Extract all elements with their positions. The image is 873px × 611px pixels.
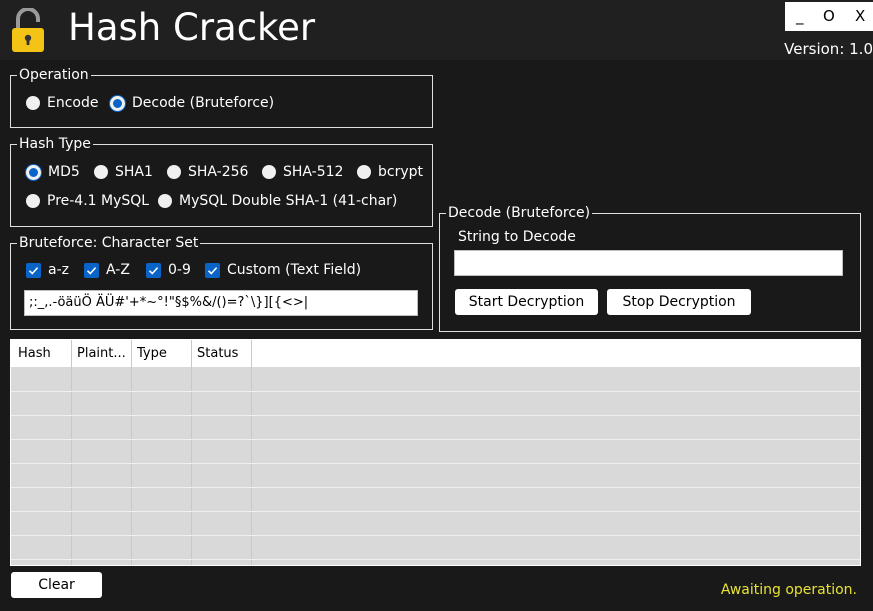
radio-encode-label: Encode — [47, 95, 99, 111]
radio-indicator — [26, 164, 41, 180]
version-label: Version: 1.0 — [784, 40, 873, 58]
radio-indicator — [26, 194, 40, 208]
row-divider — [11, 391, 860, 392]
radio-bcrypt-label: bcrypt — [378, 164, 424, 180]
minimize-button[interactable]: _ — [796, 7, 804, 25]
radio-md5[interactable]: MD5 — [26, 164, 80, 180]
checkbox-0-9[interactable]: 0-9 — [146, 262, 191, 278]
stop-decryption-button[interactable]: Stop Decryption — [607, 289, 751, 315]
start-decryption-button[interactable]: Start Decryption — [455, 289, 598, 315]
column-header-status[interactable]: Status — [197, 346, 238, 361]
row-divider — [11, 463, 860, 464]
maximize-button[interactable]: O — [823, 7, 835, 25]
radio-bcrypt[interactable]: bcrypt — [357, 164, 423, 180]
decode-legend: Decode (Bruteforce) — [448, 205, 591, 221]
column-divider — [131, 340, 132, 565]
radio-decode-bruteforce[interactable]: Decode (Bruteforce) — [110, 95, 274, 111]
hash-type-legend: Hash Type — [19, 136, 91, 152]
radio-indicator — [110, 95, 125, 111]
column-divider — [191, 340, 192, 565]
checkmark-icon — [205, 262, 220, 278]
checkbox-0-9-label: 0-9 — [168, 262, 191, 278]
checkbox-a-z-label: a-z — [48, 262, 69, 278]
column-header-hash[interactable]: Hash — [18, 346, 51, 361]
checkmark-icon — [26, 262, 41, 278]
row-divider — [11, 439, 860, 440]
checkbox-custom-label: Custom (Text Field) — [227, 262, 362, 278]
padlock-open-icon — [12, 8, 44, 52]
radio-decode-label: Decode (Bruteforce) — [132, 95, 275, 111]
checkbox-custom[interactable]: Custom (Text Field) — [205, 262, 361, 278]
row-divider — [11, 415, 860, 416]
radio-sha256-label: SHA-256 — [188, 164, 249, 180]
column-divider — [71, 340, 72, 565]
charset-legend: Bruteforce: Character Set — [19, 235, 199, 251]
checkbox-A-Z[interactable]: A-Z — [84, 262, 130, 278]
status-text: Awaiting operation. — [720, 582, 857, 598]
row-divider — [11, 559, 860, 560]
hash-type-group: Hash Type — [10, 136, 433, 227]
checkbox-A-Z-label: A-Z — [106, 262, 130, 278]
radio-pre41-mysql[interactable]: Pre-4.1 MySQL — [26, 193, 149, 209]
close-button[interactable]: X — [855, 7, 865, 25]
string-to-decode-label: String to Decode — [458, 229, 576, 245]
row-divider — [11, 535, 860, 536]
radio-md5-label: MD5 — [48, 164, 80, 180]
column-header-type[interactable]: Type — [137, 346, 167, 361]
radio-sha1[interactable]: SHA1 — [94, 164, 153, 180]
column-divider — [251, 340, 252, 565]
radio-mysql-double-sha1-label: MySQL Double SHA-1 (41-char) — [179, 193, 398, 209]
radio-indicator — [158, 194, 172, 208]
custom-charset-input[interactable]: ;:_,.-öäüÖ ÄÜ#'+*~°!"§$%&/()=?`\}][{<>| — [24, 290, 418, 316]
radio-sha512[interactable]: SHA-512 — [262, 164, 343, 180]
radio-indicator — [26, 96, 40, 110]
results-table-header: Hash Plaint... Type Status — [11, 340, 860, 367]
radio-indicator — [167, 165, 181, 179]
checkbox-a-z[interactable]: a-z — [26, 262, 69, 278]
radio-indicator — [357, 165, 371, 179]
row-divider — [11, 511, 860, 512]
checkmark-icon — [146, 262, 161, 278]
radio-sha512-label: SHA-512 — [283, 164, 344, 180]
radio-pre41-mysql-label: Pre-4.1 MySQL — [47, 193, 150, 209]
radio-encode[interactable]: Encode — [26, 95, 98, 111]
radio-mysql-double-sha1[interactable]: MySQL Double SHA-1 (41-char) — [158, 193, 397, 209]
radio-sha1-label: SHA1 — [115, 164, 153, 180]
radio-indicator — [94, 165, 108, 179]
clear-button[interactable]: Clear — [11, 572, 102, 598]
radio-sha256[interactable]: SHA-256 — [167, 164, 248, 180]
window-controls: _ O X — [785, 2, 873, 31]
checkmark-icon — [84, 262, 99, 278]
radio-indicator — [262, 165, 276, 179]
app-title: Hash Cracker — [68, 6, 316, 49]
row-divider — [11, 487, 860, 488]
string-to-decode-input[interactable] — [454, 250, 843, 276]
results-table[interactable]: Hash Plaint... Type Status — [10, 339, 861, 566]
column-header-plaintext[interactable]: Plaint... — [77, 346, 126, 361]
operation-legend: Operation — [19, 67, 89, 83]
